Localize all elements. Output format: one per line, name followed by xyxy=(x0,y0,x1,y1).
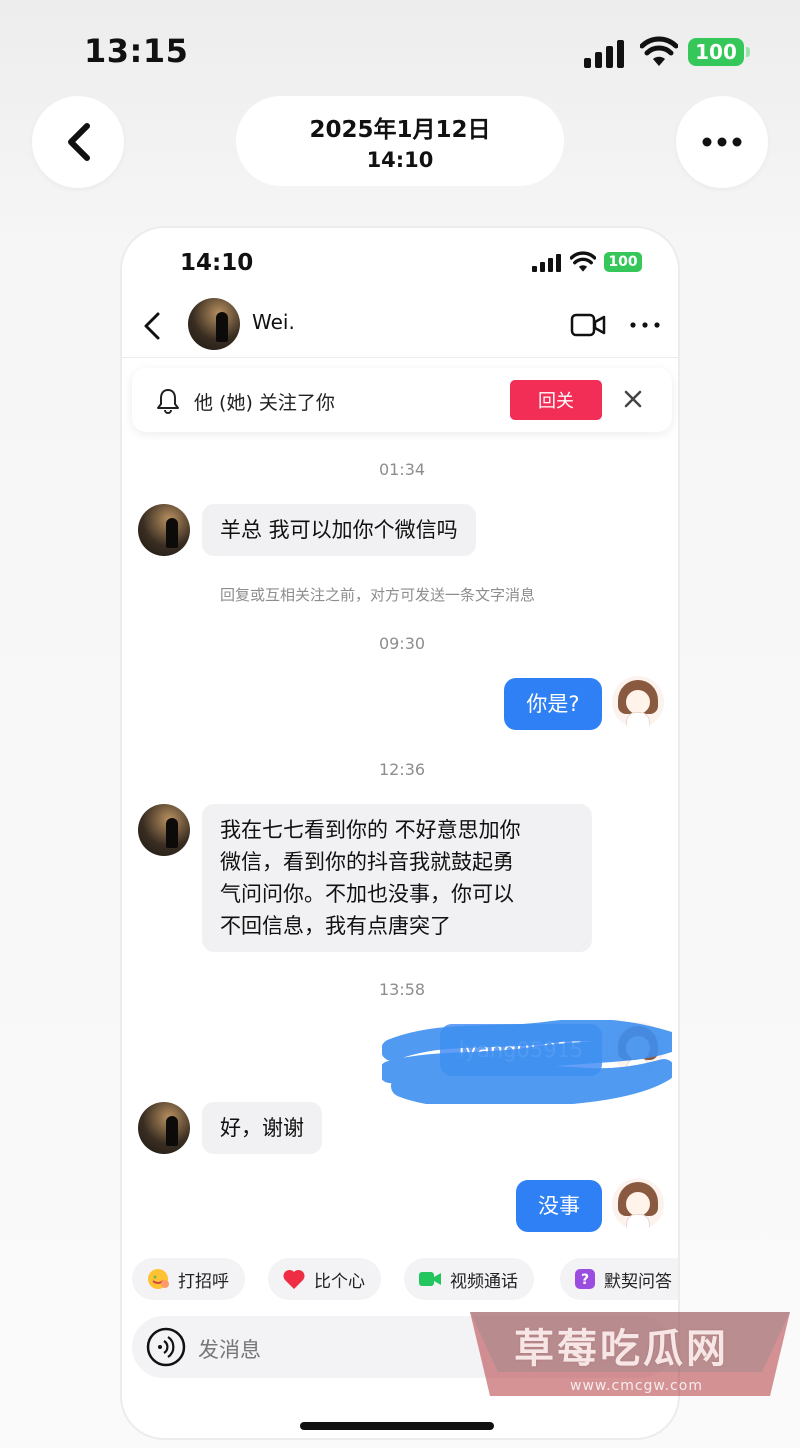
quick-action-greet[interactable]: 打招呼 xyxy=(132,1258,245,1300)
svg-text:?: ? xyxy=(581,1272,589,1288)
battery-indicator: 100 xyxy=(688,38,750,66)
quick-action-label: 比个心 xyxy=(314,1271,365,1292)
message-bubble-received[interactable]: 我在七七看到你的 不好意思加你 微信，看到你的抖音我就鼓起勇 气问问你。不加也没… xyxy=(202,804,592,952)
contact-avatar[interactable] xyxy=(138,804,190,856)
phone-battery-indicator: 100 xyxy=(604,252,642,272)
redaction-scribble xyxy=(382,1020,672,1104)
message-timestamp: 01:34 xyxy=(378,460,426,479)
chevron-left-icon xyxy=(68,123,90,161)
message-line: 气问问你。不加也没事，你可以 xyxy=(220,882,514,906)
message-limit-notice: 回复或互相关注之前，对方可发送一条文字消息 xyxy=(220,586,536,604)
wave-emoji-icon xyxy=(146,1267,170,1291)
chat-more-icon[interactable] xyxy=(630,322,660,328)
back-button[interactable] xyxy=(32,96,124,188)
quick-action-label: 默契问答 xyxy=(604,1271,672,1292)
chat-screenshot: 14:10 100 Wei. 他 (她) 关注了你 回关 01:34 羊总 我可… xyxy=(120,226,680,1440)
video-camera-icon[interactable] xyxy=(570,312,606,338)
contact-avatar[interactable] xyxy=(138,504,190,556)
message-bubble-sent[interactable]: 没事 xyxy=(516,1180,602,1232)
more-dots-icon xyxy=(702,137,742,147)
phone-status-time: 14:10 xyxy=(180,250,254,276)
more-button[interactable] xyxy=(676,96,768,188)
follow-back-button[interactable]: 回关 xyxy=(510,380,602,420)
question-icon: ? xyxy=(574,1268,596,1290)
signal-icon xyxy=(584,40,624,68)
quick-action-heart[interactable]: 比个心 xyxy=(268,1258,381,1300)
watermark-url: www.cmcgw.com xyxy=(570,1378,703,1394)
message-timestamp: 13:58 xyxy=(378,980,426,999)
quick-action-quiz[interactable]: ? 默契问答 xyxy=(560,1258,678,1300)
quick-action-video-call[interactable]: 视频通话 xyxy=(404,1258,534,1300)
message-line: 微信，看到你的抖音我就鼓起勇 xyxy=(220,850,514,874)
phone-wifi-icon xyxy=(570,251,596,272)
message-bubble-received[interactable]: 好，谢谢 xyxy=(202,1102,322,1154)
date-header: 2025年1月12日 14:10 xyxy=(236,96,564,186)
my-avatar[interactable] xyxy=(612,676,664,728)
time-label: 14:10 xyxy=(366,148,434,172)
close-icon[interactable] xyxy=(622,388,644,410)
contact-avatar[interactable] xyxy=(138,1102,190,1154)
watermark-title: 草莓吃瓜网 xyxy=(514,1326,729,1372)
status-time: 13:15 xyxy=(84,32,189,70)
home-indicator xyxy=(300,1422,494,1430)
contact-name[interactable]: Wei. xyxy=(252,310,295,334)
quick-action-label: 打招呼 xyxy=(178,1271,229,1292)
message-line: 我在七七看到你的 不好意思加你 xyxy=(220,818,521,842)
video-call-icon xyxy=(418,1270,442,1288)
contact-avatar[interactable] xyxy=(188,298,240,350)
message-line: 不回信息，我有点唐突了 xyxy=(220,914,451,938)
follow-notice-text: 他 (她) 关注了你 xyxy=(194,392,335,414)
message-timestamp: 09:30 xyxy=(378,634,426,653)
follow-notice: 他 (她) 关注了你 回关 xyxy=(132,368,672,432)
bell-icon xyxy=(157,389,179,414)
message-timestamp: 12:36 xyxy=(378,760,426,779)
quick-action-label: 视频通话 xyxy=(450,1271,518,1292)
my-avatar[interactable] xyxy=(612,1178,664,1230)
heart-icon xyxy=(282,1268,306,1290)
chat-back-icon[interactable] xyxy=(140,310,164,342)
date-label: 2025年1月12日 xyxy=(309,117,491,143)
phone-signal-icon xyxy=(532,254,561,272)
wifi-icon xyxy=(640,36,678,66)
quick-actions: 打招呼 比个心 视频通话 ? 默契问答 xyxy=(132,1258,678,1302)
message-bubble-received[interactable]: 羊总 我可以加你个微信吗 xyxy=(202,504,476,556)
message-input[interactable]: 发消息 xyxy=(198,1334,261,1364)
message-bubble-sent[interactable]: 你是? xyxy=(504,678,602,730)
chat-header: Wei. xyxy=(122,296,678,358)
voice-icon[interactable] xyxy=(146,1327,186,1367)
